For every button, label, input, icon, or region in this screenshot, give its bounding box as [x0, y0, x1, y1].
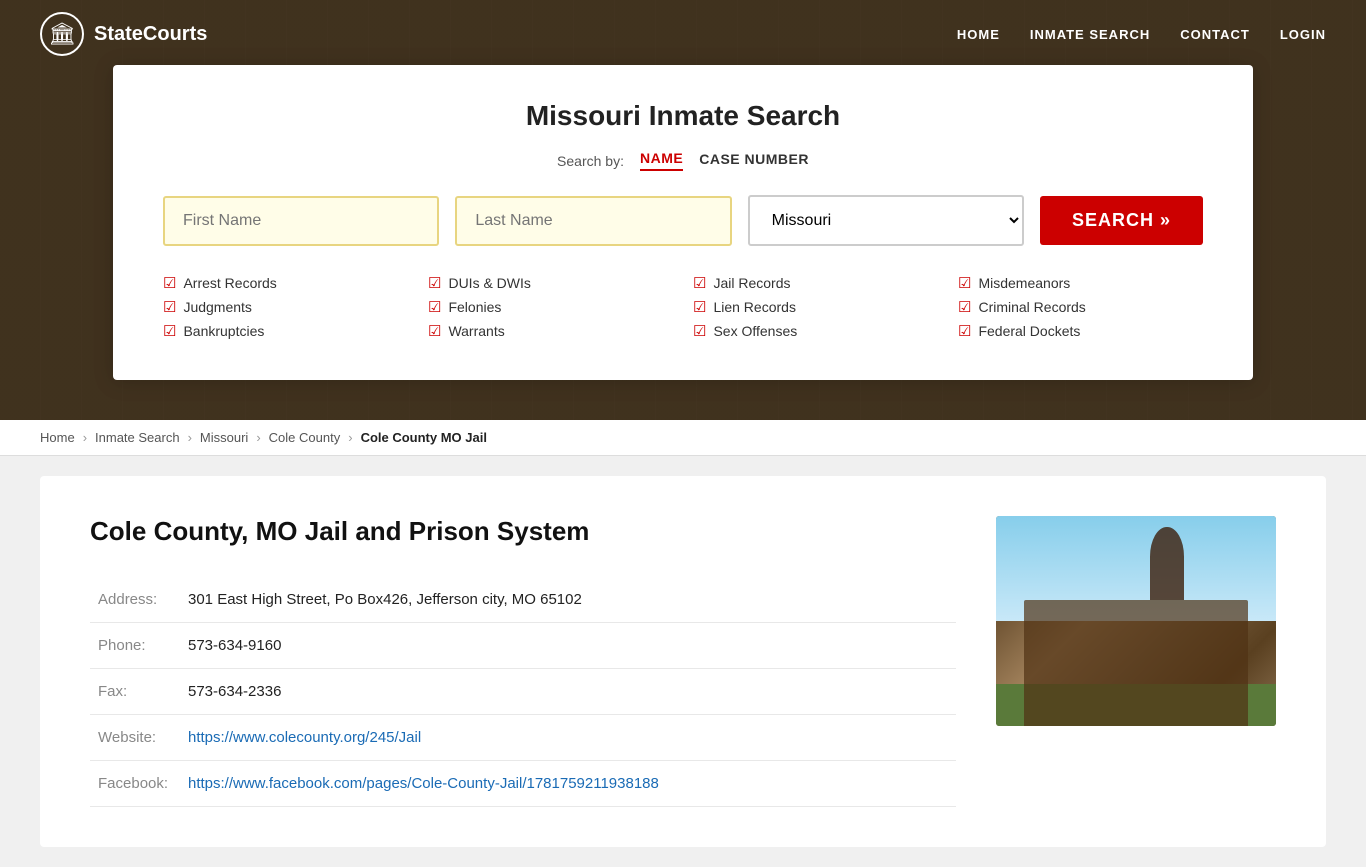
state-select[interactable]: Missouri Alabama Alaska Arizona Arkansas…	[748, 195, 1024, 246]
breadcrumb-current: Cole County MO Jail	[361, 430, 487, 445]
phone-row: Phone: 573-634-9160	[90, 623, 956, 669]
info-table: Address: 301 East High Street, Po Box426…	[90, 577, 956, 807]
tab-name[interactable]: NAME	[640, 150, 683, 171]
content-card: Cole County, MO Jail and Prison System A…	[40, 476, 1326, 847]
breadcrumb-sep-2: ›	[188, 430, 192, 445]
feature-label: Felonies	[448, 299, 501, 315]
address-value: 301 East High Street, Po Box426, Jeffers…	[180, 577, 956, 623]
breadcrumb-inmate-search[interactable]: Inmate Search	[95, 430, 180, 445]
feature-felonies: ☑ Felonies	[428, 298, 673, 316]
feature-label: Jail Records	[713, 275, 790, 291]
search-by-label: Search by:	[557, 153, 624, 169]
feature-label: DUIs & DWIs	[448, 275, 530, 291]
tab-case-number[interactable]: CASE NUMBER	[699, 151, 809, 170]
phone-label: Phone:	[90, 623, 180, 669]
check-icon: ☑	[958, 274, 971, 292]
check-icon: ☑	[428, 298, 441, 316]
search-inputs: Missouri Alabama Alaska Arizona Arkansas…	[163, 195, 1203, 246]
building-tower	[1150, 527, 1184, 601]
nav-home[interactable]: HOME	[957, 27, 1000, 42]
feature-label: Judgments	[183, 299, 251, 315]
content-left: Cole County, MO Jail and Prison System A…	[90, 516, 956, 807]
logo-text: StateCourts	[94, 23, 207, 46]
nav-login[interactable]: LOGIN	[1280, 27, 1326, 42]
fax-row: Fax: 573-634-2336	[90, 669, 956, 715]
feature-label: Federal Dockets	[978, 323, 1080, 339]
search-title: Missouri Inmate Search	[163, 100, 1203, 132]
check-icon: ☑	[163, 274, 176, 292]
feature-federal-dockets: ☑ Federal Dockets	[958, 322, 1203, 340]
nav-contact[interactable]: CONTACT	[1180, 27, 1250, 42]
breadcrumb-cole-county[interactable]: Cole County	[269, 430, 341, 445]
phone-value: 573-634-9160	[180, 623, 956, 669]
check-icon: ☑	[693, 322, 706, 340]
navigation: 🏛 StateCourts HOME INMATE SEARCH CONTACT…	[0, 0, 1366, 68]
feature-duis-dwis: ☑ DUIs & DWIs	[428, 274, 673, 292]
jail-image	[996, 516, 1276, 726]
nav-links: HOME INMATE SEARCH CONTACT LOGIN	[957, 27, 1326, 42]
feature-bankruptcies: ☑ Bankruptcies	[163, 322, 408, 340]
facebook-row: Facebook: https://www.facebook.com/pages…	[90, 761, 956, 807]
check-icon: ☑	[958, 322, 971, 340]
feature-judgments: ☑ Judgments	[163, 298, 408, 316]
feature-label: Lien Records	[713, 299, 796, 315]
feature-criminal-records: ☑ Criminal Records	[958, 298, 1203, 316]
features-grid: ☑ Arrest Records ☑ DUIs & DWIs ☑ Jail Re…	[163, 274, 1203, 340]
feature-label: Warrants	[448, 323, 504, 339]
fax-value: 573-634-2336	[180, 669, 956, 715]
feature-label: Criminal Records	[978, 299, 1085, 315]
feature-label: Sex Offenses	[713, 323, 797, 339]
breadcrumb-home[interactable]: Home	[40, 430, 75, 445]
website-label: Website:	[90, 715, 180, 761]
feature-warrants: ☑ Warrants	[428, 322, 673, 340]
logo-link[interactable]: 🏛 StateCourts	[40, 12, 207, 56]
search-by-row: Search by: NAME CASE NUMBER	[163, 150, 1203, 171]
first-name-input[interactable]	[163, 196, 439, 246]
feature-label: Misdemeanors	[978, 275, 1070, 291]
website-row: Website: https://www.colecounty.org/245/…	[90, 715, 956, 761]
address-row: Address: 301 East High Street, Po Box426…	[90, 577, 956, 623]
nav-inmate-search[interactable]: INMATE SEARCH	[1030, 27, 1150, 42]
facebook-label: Facebook:	[90, 761, 180, 807]
breadcrumb-sep-4: ›	[348, 430, 352, 445]
check-icon: ☑	[958, 298, 971, 316]
check-icon: ☑	[428, 274, 441, 292]
hero-section: COURTHOUSE 🏛 StateCourts HOME INMATE SEA…	[0, 0, 1366, 420]
breadcrumb-sep-1: ›	[83, 430, 87, 445]
logo-icon: 🏛	[40, 12, 84, 56]
check-icon: ☑	[693, 274, 706, 292]
check-icon: ☑	[693, 298, 706, 316]
breadcrumb: Home › Inmate Search › Missouri › Cole C…	[0, 420, 1366, 456]
check-icon: ☑	[428, 322, 441, 340]
feature-label: Bankruptcies	[183, 323, 264, 339]
content-right	[996, 516, 1276, 807]
website-link[interactable]: https://www.colecounty.org/245/Jail	[188, 729, 421, 746]
feature-misdemeanors: ☑ Misdemeanors	[958, 274, 1203, 292]
breadcrumb-missouri[interactable]: Missouri	[200, 430, 248, 445]
search-button[interactable]: SEARCH »	[1040, 196, 1203, 245]
fax-label: Fax:	[90, 669, 180, 715]
address-label: Address:	[90, 577, 180, 623]
search-card: Missouri Inmate Search Search by: NAME C…	[113, 65, 1253, 380]
facebook-link[interactable]: https://www.facebook.com/pages/Cole-Coun…	[188, 775, 659, 792]
check-icon: ☑	[163, 322, 176, 340]
content-section: Cole County, MO Jail and Prison System A…	[0, 456, 1366, 867]
breadcrumb-sep-3: ›	[256, 430, 260, 445]
feature-lien-records: ☑ Lien Records	[693, 298, 938, 316]
feature-label: Arrest Records	[183, 275, 276, 291]
last-name-input[interactable]	[455, 196, 731, 246]
check-icon: ☑	[163, 298, 176, 316]
feature-sex-offenses: ☑ Sex Offenses	[693, 322, 938, 340]
facebook-value: https://www.facebook.com/pages/Cole-Coun…	[180, 761, 956, 807]
feature-jail-records: ☑ Jail Records	[693, 274, 938, 292]
feature-arrest-records: ☑ Arrest Records	[163, 274, 408, 292]
facility-title: Cole County, MO Jail and Prison System	[90, 516, 956, 547]
building-main	[1024, 600, 1248, 726]
website-value: https://www.colecounty.org/245/Jail	[180, 715, 956, 761]
